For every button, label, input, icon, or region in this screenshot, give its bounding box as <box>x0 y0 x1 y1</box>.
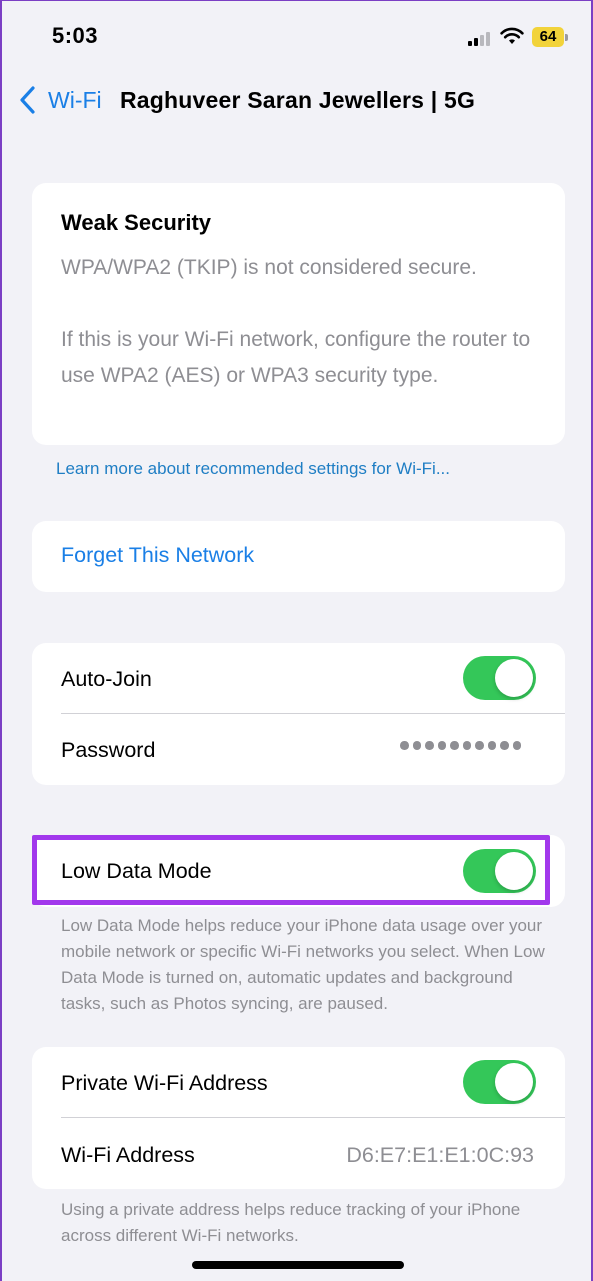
low-data-mode-footnote: Low Data Mode helps reduce your iPhone d… <box>61 916 545 1013</box>
status-time: 5:03 <box>52 23 99 48</box>
battery-icon: 64 <box>532 27 568 47</box>
wifi-address-label: Wi-Fi Address <box>61 1143 195 1167</box>
private-address-label: Private Wi-Fi Address <box>61 1071 268 1095</box>
password-label: Password <box>61 738 156 762</box>
cellular-signal-icon <box>468 31 490 46</box>
password-value[interactable] <box>400 741 521 750</box>
back-button[interactable]: Wi-Fi <box>18 85 102 115</box>
wifi-address-value: D6:E7:E1:E1:0C:93 <box>346 1143 534 1167</box>
learn-more-link[interactable]: Learn more about recommended settings fo… <box>56 459 450 479</box>
page-title: Raghuveer Saran Jewellers | 5G <box>120 87 476 113</box>
row-divider <box>61 713 565 714</box>
warning-body: WPA/WPA2 (TKIP) is not considered secure… <box>61 250 551 394</box>
back-label: Wi-Fi <box>48 86 102 113</box>
wifi-status-icon <box>500 27 524 44</box>
chevron-left-icon <box>20 86 35 114</box>
auto-join-label: Auto-Join <box>61 667 152 691</box>
warning-line-2: If this is your Wi-Fi network, configure… <box>61 328 531 387</box>
auto-join-toggle[interactable] <box>463 656 536 700</box>
low-data-mode-toggle[interactable] <box>463 849 536 893</box>
row-divider <box>61 1117 565 1118</box>
forget-network-button[interactable]: Forget This Network <box>61 543 254 568</box>
private-address-footnote: Using a private address helps reduce tra… <box>61 1200 521 1245</box>
warning-title: Weak Security <box>61 210 212 235</box>
warning-line-1: WPA/WPA2 (TKIP) is not considered secure… <box>61 256 477 279</box>
private-address-toggle[interactable] <box>463 1060 536 1104</box>
home-indicator[interactable] <box>192 1261 404 1269</box>
low-data-mode-label: Low Data Mode <box>61 859 212 883</box>
battery-level: 64 <box>532 27 564 47</box>
